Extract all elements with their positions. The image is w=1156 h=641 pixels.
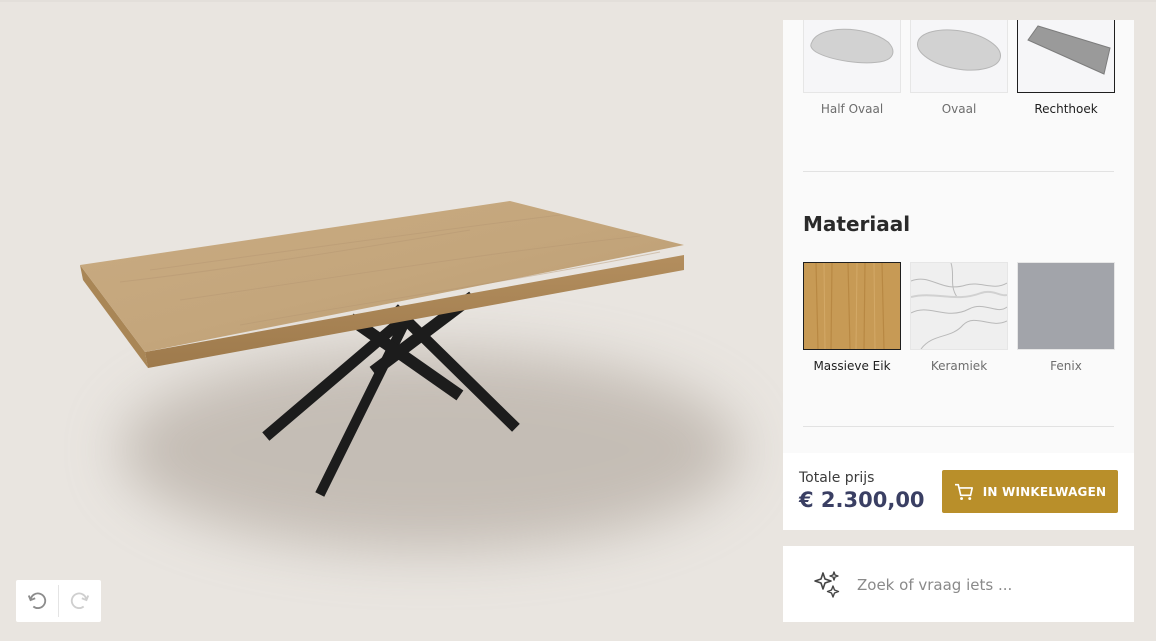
ai-search-bar xyxy=(783,546,1134,622)
add-to-cart-label: IN WINKELWAGEN xyxy=(982,484,1107,499)
cart-icon xyxy=(954,483,973,500)
total-price-label: Totale prijs xyxy=(799,470,875,486)
history-controls xyxy=(16,580,101,622)
shape-option-label: Half Ovaal xyxy=(820,102,884,116)
shape-option-ovaal[interactable]: Ovaal xyxy=(910,20,1008,116)
material-option-label: Keramiek xyxy=(930,359,988,373)
redo-icon xyxy=(70,592,90,609)
shape-option-half-ovaal[interactable]: Half Ovaal xyxy=(803,20,901,116)
shape-option-label: Rechthoek xyxy=(1034,102,1098,116)
shape-option-label: Ovaal xyxy=(941,102,977,116)
material-options: Massieve Eik Keramiek Fenix xyxy=(803,262,1115,373)
redo-button[interactable] xyxy=(59,580,101,622)
total-price-value: € 2.300,00 xyxy=(799,488,925,512)
material-option-massieve-eik[interactable]: Massieve Eik xyxy=(803,262,901,373)
shape-thumbnail xyxy=(1017,20,1115,93)
sparkles-icon xyxy=(814,571,840,598)
material-option-label: Fenix xyxy=(1050,359,1082,373)
material-swatch xyxy=(1017,262,1115,350)
shape-thumbnail xyxy=(803,20,901,93)
search-input[interactable] xyxy=(855,567,1114,603)
price-cart-bar: Totale prijs € 2.300,00 IN WINKELWAGEN xyxy=(783,453,1134,530)
shape-option-rechthoek[interactable]: Rechthoek xyxy=(1017,20,1115,116)
undo-button[interactable] xyxy=(16,580,58,622)
shape-thumbnail xyxy=(910,20,1008,93)
product-3d-viewer[interactable] xyxy=(0,0,783,641)
material-option-keramiek[interactable]: Keramiek xyxy=(910,262,1008,373)
material-option-fenix[interactable]: Fenix xyxy=(1017,262,1115,373)
material-option-label: Massieve Eik xyxy=(813,359,891,373)
material-swatch xyxy=(910,262,1008,350)
configurator-panel: Half Ovaal Ovaal Rechthoek Materiaal Mas… xyxy=(783,20,1134,453)
section-divider xyxy=(803,171,1114,172)
shape-options: Half Ovaal Ovaal Rechthoek xyxy=(803,20,1115,116)
undo-icon xyxy=(27,592,47,609)
section-divider xyxy=(803,426,1114,427)
add-to-cart-button[interactable]: IN WINKELWAGEN xyxy=(942,470,1118,513)
table-render xyxy=(80,201,740,550)
material-swatch xyxy=(803,262,901,350)
material-section-title: Materiaal xyxy=(803,212,911,236)
